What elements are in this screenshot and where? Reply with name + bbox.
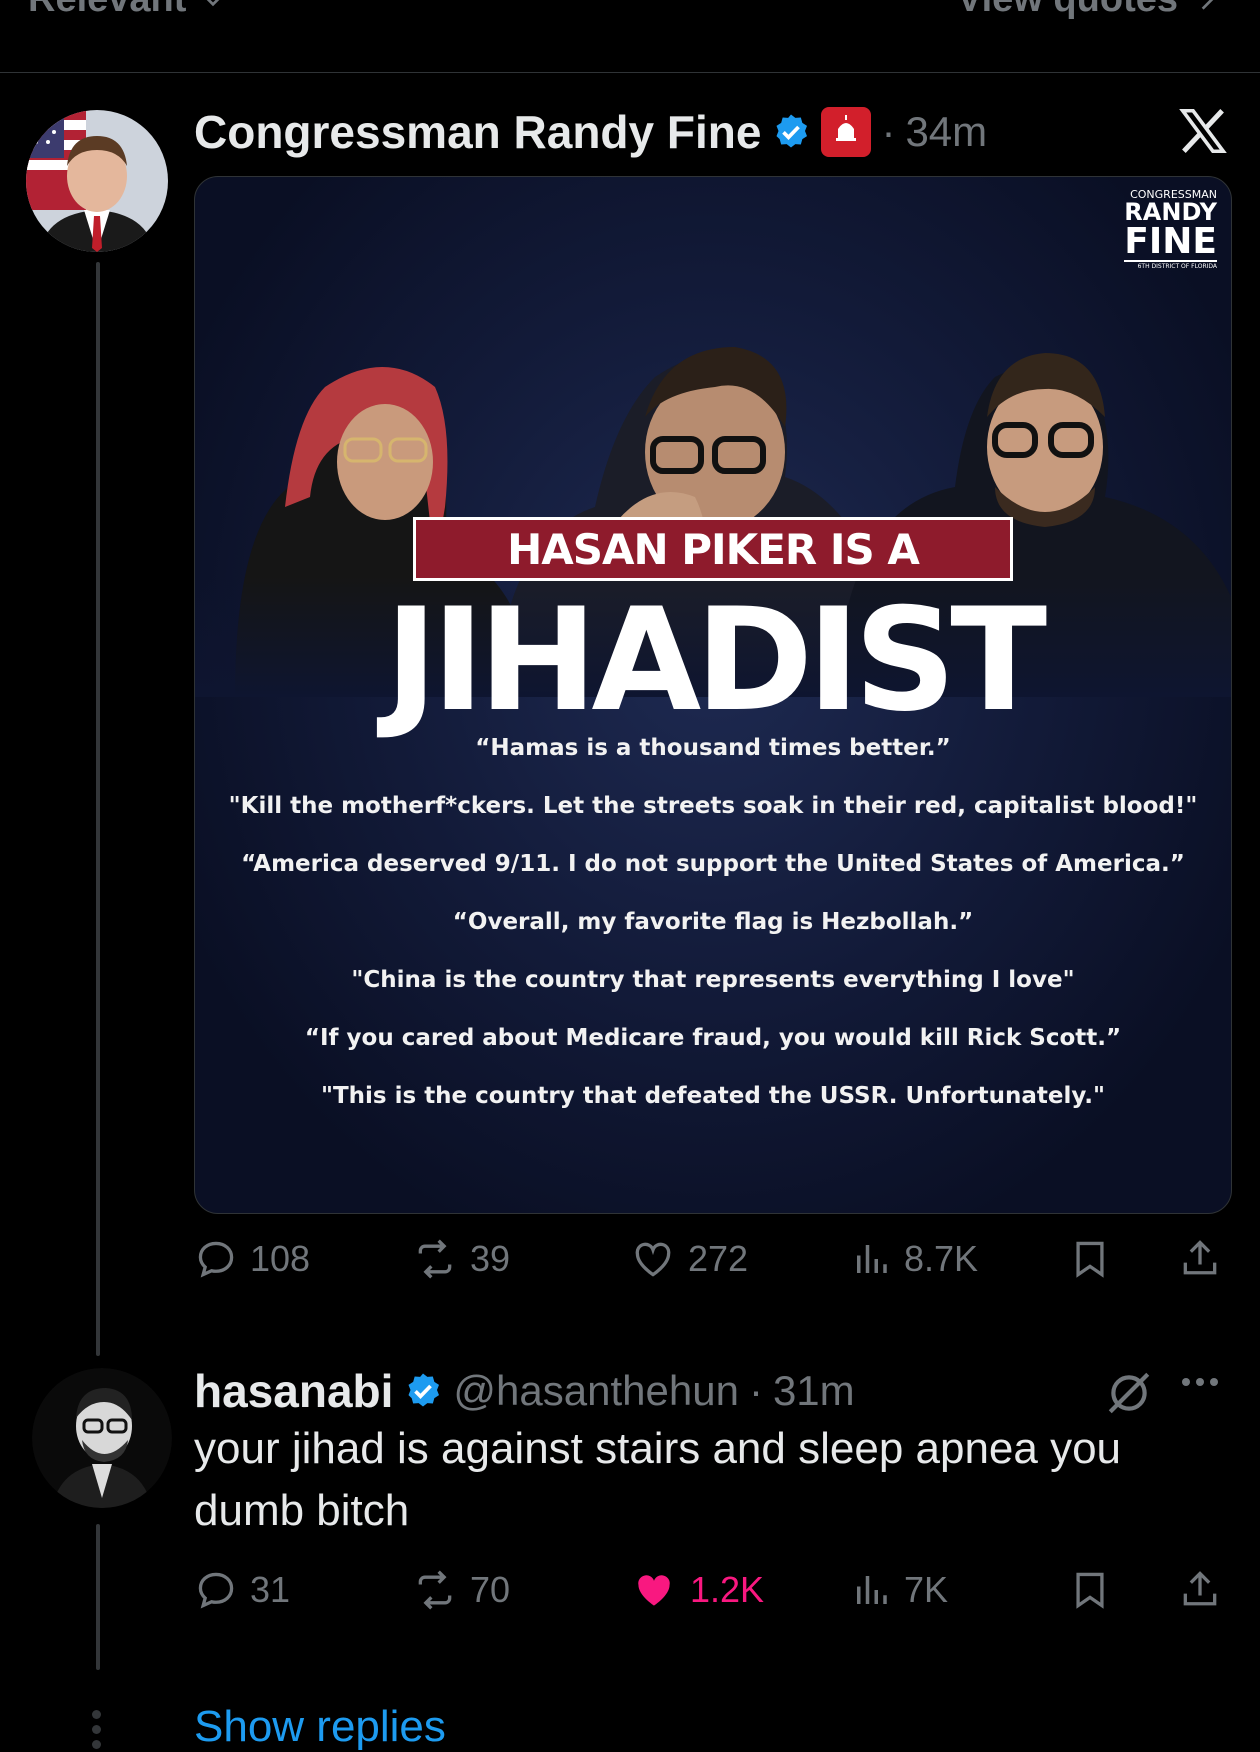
views-button[interactable]: 7K xyxy=(850,1568,948,1612)
x-logo-icon xyxy=(1176,104,1230,163)
show-replies-link[interactable]: Show replies xyxy=(194,1702,446,1752)
author-name[interactable]: Congressman Randy Fine xyxy=(194,105,761,159)
bookmark-icon xyxy=(1076,1241,1104,1278)
bookmark-button[interactable] xyxy=(1068,1568,1112,1612)
chevron-down-icon xyxy=(207,0,220,6)
separator-dot: · xyxy=(748,1367,763,1414)
post-header: Congressman Randy Fine · 34m xyxy=(194,100,987,164)
quote-5: "China is the country that represents ev… xyxy=(351,967,1075,993)
separator-dot: · xyxy=(881,108,896,155)
heart-icon xyxy=(635,1242,671,1277)
quote-7: "This is the country that defeated the U… xyxy=(320,1083,1106,1109)
reply-header: hasanabi @hasanthehun · 31m xyxy=(194,1360,855,1422)
logo-name-2: FINE xyxy=(1124,221,1217,262)
chevron-right-icon xyxy=(1201,0,1213,10)
reply-button[interactable]: 31 xyxy=(194,1568,290,1612)
reply-time[interactable]: 31m xyxy=(773,1367,855,1415)
share-icon xyxy=(1183,1240,1217,1275)
quote-4: “Overall, my favorite flag is Hezbollah.… xyxy=(452,909,974,935)
logo-bottom-text: 6TH DISTRICT OF FLORIDA xyxy=(1137,263,1217,270)
like-count: 272 xyxy=(688,1238,749,1279)
share-button[interactable] xyxy=(1178,1237,1222,1281)
heart-filled-icon xyxy=(638,1575,670,1606)
quote-3: “America deserved 9/11. I do not support… xyxy=(241,851,1185,877)
thread-line xyxy=(96,262,100,1356)
post-media-image[interactable]: CONGRESSMAN RANDY FINE 6TH DISTRICT OF F… xyxy=(194,176,1232,1214)
sort-label: Relevant xyxy=(28,0,186,21)
quote-1: “Hamas is a thousand times better.” xyxy=(475,735,951,761)
quote-2: "Kill the motherf*ckers. Let the streets… xyxy=(228,793,1198,819)
post-actions: 108 39 272 8.7K xyxy=(194,1237,1230,1297)
headline-box: HASAN PIKER IS A xyxy=(413,517,1013,581)
view-quotes-label: View quotes xyxy=(957,0,1178,21)
reply-icon xyxy=(198,1572,234,1609)
reply-handle[interactable]: @hasanthehun xyxy=(453,1367,739,1415)
views-icon xyxy=(857,1245,887,1273)
more-options-icon[interactable] xyxy=(1182,1378,1218,1386)
share-button[interactable] xyxy=(1178,1568,1222,1612)
like-button[interactable]: 1.2K xyxy=(630,1568,764,1612)
views-icon xyxy=(857,1576,887,1604)
reply-count: 108 xyxy=(250,1238,311,1279)
reply-actions: 31 70 1.2K 7K xyxy=(194,1568,1230,1628)
sort-dropdown[interactable]: Relevant xyxy=(28,0,226,21)
view-quotes-link[interactable]: View quotes xyxy=(957,0,1220,21)
reply-button[interactable]: 108 xyxy=(194,1237,310,1281)
reply-author-avatar[interactable] xyxy=(32,1368,172,1508)
repost-count: 39 xyxy=(470,1238,511,1279)
author-avatar[interactable] xyxy=(26,110,168,252)
views-button[interactable]: 8.7K xyxy=(850,1237,978,1281)
headline-small: HASAN PIKER IS A xyxy=(507,524,920,574)
repost-count: 70 xyxy=(470,1569,511,1610)
repost-button[interactable]: 70 xyxy=(412,1568,510,1612)
bookmark-icon xyxy=(1076,1572,1104,1609)
like-count: 1.2K xyxy=(690,1569,765,1610)
reply-count: 31 xyxy=(250,1569,291,1610)
grok-icon[interactable] xyxy=(1104,1368,1154,1423)
thread-line xyxy=(96,1524,100,1670)
repost-icon xyxy=(418,1570,452,1610)
reply-author-name[interactable]: hasanabi xyxy=(194,1364,393,1418)
quote-6: “If you cared about Medicare fraud, you … xyxy=(304,1025,1122,1051)
post-time[interactable]: 34m xyxy=(905,108,987,156)
reply-icon xyxy=(198,1241,234,1278)
congressman-logo: CONGRESSMAN RANDY FINE 6TH DISTRICT OF F… xyxy=(1124,189,1217,270)
bookmark-button[interactable] xyxy=(1068,1237,1112,1281)
repost-icon xyxy=(418,1239,452,1279)
like-button[interactable]: 272 xyxy=(630,1237,748,1281)
view-count: 7K xyxy=(904,1569,949,1610)
affiliation-badge-icon[interactable] xyxy=(821,107,872,157)
verified-badge-icon xyxy=(408,1373,440,1407)
more-replies-dots-icon xyxy=(92,1710,102,1749)
divider xyxy=(0,72,1260,73)
share-icon xyxy=(1183,1571,1217,1606)
reply-text: your jihad is against stairs and sleep a… xyxy=(194,1424,1122,1535)
headline-big: JIHADIST xyxy=(384,578,1047,743)
verified-badge-icon xyxy=(776,114,808,148)
view-count: 8.7K xyxy=(904,1238,979,1279)
repost-button[interactable]: 39 xyxy=(412,1237,510,1281)
